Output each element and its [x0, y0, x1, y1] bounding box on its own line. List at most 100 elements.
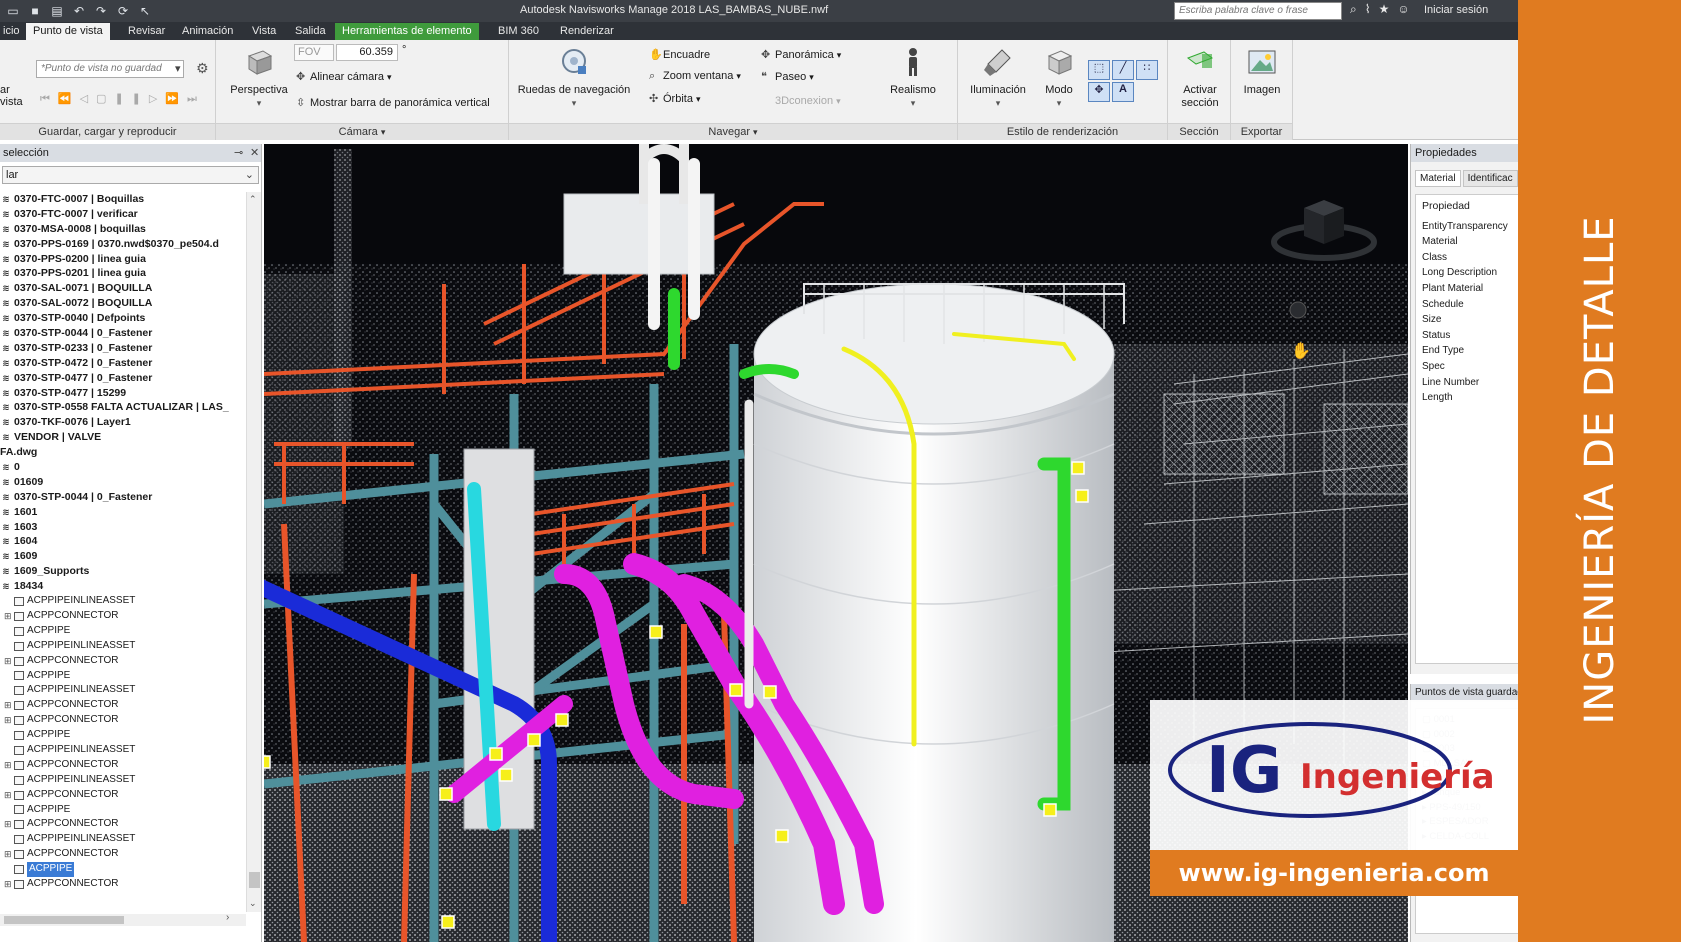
property-row[interactable]: EntityTransparency [1422, 219, 1512, 235]
tree-row[interactable]: ≋ 0370-FTC-0007 | verificar [0, 207, 246, 222]
tree-row[interactable]: ACPPIPEINLINEASSET [0, 832, 246, 847]
tab-animacion[interactable]: Animación [175, 23, 240, 40]
tree-row[interactable]: ≋ 0370-STP-0477 | 15299 [0, 386, 246, 401]
snap-points-toggle-icon[interactable]: ✥ [1088, 82, 1110, 102]
tree-row[interactable]: ACPPIPEINLINEASSET [0, 773, 246, 788]
expand-icon[interactable]: ⊞ [4, 847, 14, 862]
save-viewpoint-button[interactable]: ar vista [0, 84, 23, 108]
tree-row[interactable]: ≋ 0370-MSA-0008 | boquillas [0, 222, 246, 237]
tree-row[interactable]: ≋ 0370-STP-0472 | 0_Fastener [0, 356, 246, 371]
tree-row[interactable]: ≋ 0370-SAL-0071 | BOQUILLA [0, 281, 246, 296]
pan-button[interactable]: ✥ Panorámica ▾ [761, 48, 841, 61]
expand-icon[interactable]: ⊞ [4, 758, 14, 773]
tree-row[interactable]: ACPPIPEINLINEASSET [0, 639, 246, 654]
tree-row[interactable]: ≋ 0370-STP-0044 | 0_Fastener [0, 326, 246, 341]
property-row[interactable]: Class [1422, 250, 1512, 266]
keyword-search-input[interactable]: Escriba palabra clave o frase [1174, 2, 1342, 20]
close-icon[interactable]: ✕ [250, 144, 259, 162]
tree-row[interactable]: ≋ 1609 [0, 549, 246, 564]
surfaces-toggle-icon[interactable]: ⬚ [1088, 60, 1110, 80]
save-icon[interactable]: ■ [26, 2, 44, 20]
walk-button[interactable]: ❝ Paseo ▾ [761, 70, 814, 83]
tree-row[interactable]: ≋ 0370-FTC-0007 | Boquillas [0, 192, 246, 207]
export-image-button[interactable]: Imagen [1235, 46, 1289, 97]
binoculars-icon[interactable]: ⌕ [1350, 2, 1357, 17]
tree-row[interactable]: ⊞ ACPPCONNECTOR [0, 877, 246, 892]
show-vertical-pan-bar-button[interactable]: ⇳ Mostrar barra de panorámica vertical [296, 96, 490, 109]
tree-row[interactable]: ≋ 0370-TKF-0076 | Layer1 [0, 415, 246, 430]
tree-row[interactable]: ⊞ ACPPCONNECTOR [0, 758, 246, 773]
scroll-thumb[interactable] [249, 872, 260, 888]
undo-icon[interactable]: ↶ [70, 2, 88, 20]
tree-row[interactable]: ≋ 0370-STP-0044 | 0_Fastener [0, 490, 246, 505]
align-camera-button[interactable]: ✥ Alinear cámara ▾ [296, 70, 392, 83]
tree-row[interactable]: FA.dwg [0, 445, 246, 460]
property-row[interactable]: Status [1422, 328, 1512, 344]
chevron-down-icon[interactable]: ▾ [175, 62, 181, 75]
tab-punto-de-vista[interactable]: Punto de vista [26, 23, 110, 40]
tree-row[interactable]: ≋ 0370-PPS-0200 | linea guia [0, 252, 246, 267]
property-row[interactable]: Line Number [1422, 375, 1512, 391]
signal-icon[interactable]: ⌇ [1365, 2, 1371, 17]
tree-row[interactable]: ≋ 0370-STP-0477 | 0_Fastener [0, 371, 246, 386]
steering-wheel-nav-icon[interactable] [1289, 301, 1307, 319]
fit-button[interactable]: ✋Encuadre [649, 48, 710, 61]
tree-vertical-scrollbar[interactable]: ⌃ ⌄ [246, 192, 261, 912]
tree-row[interactable]: ⊞ ACPPCONNECTOR [0, 713, 246, 728]
pin-icon[interactable]: ⊸ [234, 144, 243, 162]
activate-section-button[interactable]: Activar sección [1172, 46, 1228, 110]
tree-row[interactable]: ≋ 0370-SAL-0072 | BOQUILLA [0, 296, 246, 311]
playback-controls[interactable]: ⏮⏪◁▢❚❚▷⏩⏭ [40, 92, 205, 106]
tree-row[interactable]: ACPPIPE [0, 669, 246, 684]
fov-slider[interactable]: FOV [294, 44, 334, 61]
property-row[interactable]: Schedule [1422, 297, 1512, 313]
scroll-down-icon[interactable]: ⌄ [249, 898, 257, 909]
property-row[interactable]: Long Description [1422, 265, 1512, 281]
scroll-up-icon[interactable]: ⌃ [249, 194, 257, 205]
tree-row[interactable]: ≋ 1601 [0, 505, 246, 520]
text-toggle-icon[interactable]: A [1112, 82, 1134, 102]
property-row[interactable]: Material [1422, 234, 1512, 250]
tree-row[interactable]: ≋ 1603 [0, 520, 246, 535]
refresh-icon[interactable]: ⟳ [114, 2, 132, 20]
hscroll-thumb[interactable] [4, 916, 124, 924]
expand-icon[interactable]: ⊞ [4, 713, 14, 728]
select-cursor-icon[interactable]: ↖ [136, 2, 154, 20]
lighting-button[interactable]: Iluminación ▾ [966, 46, 1030, 110]
tab-salida[interactable]: Salida [288, 23, 333, 40]
expand-icon[interactable]: ⊞ [4, 698, 14, 713]
expand-icon[interactable]: ⊞ [4, 654, 14, 669]
tab-bim-360[interactable]: BIM 360 [491, 23, 546, 40]
tree-row[interactable]: ACPPIPEINLINEASSET [0, 594, 246, 609]
tree-row[interactable]: ≋ 1609_Supports [0, 564, 246, 579]
realism-button[interactable]: Realismo ▾ [883, 46, 943, 110]
expand-icon[interactable]: ⊞ [4, 817, 14, 832]
user-icon[interactable]: ☺ [1397, 2, 1409, 17]
tree-row[interactable]: ACPPIPEINLINEASSET [0, 743, 246, 758]
tree-row[interactable]: ≋ 1604 [0, 534, 246, 549]
tree-row[interactable]: ≋ 0 [0, 460, 246, 475]
tree-row[interactable]: ⊞ ACPPCONNECTOR [0, 609, 246, 624]
tree-row[interactable]: ACPPIPE [0, 862, 246, 877]
tree-row[interactable]: ACPPIPEINLINEASSET [0, 683, 246, 698]
tree-row[interactable]: ACPPIPE [0, 624, 246, 639]
tree-row[interactable]: ≋ VENDOR | VALVE [0, 430, 246, 445]
tree-row[interactable]: ⊞ ACPPCONNECTOR [0, 698, 246, 713]
tab-inicio[interactable]: icio [0, 23, 27, 40]
points-toggle-icon[interactable]: ∷ [1136, 60, 1158, 80]
property-row[interactable]: Size [1422, 312, 1512, 328]
tree-row[interactable]: ≋ 0370-PPS-0169 | 0370.nwd$0370_pe504.d [0, 237, 246, 252]
tab-revisar[interactable]: Revisar [121, 23, 172, 40]
3dconnexion-button[interactable]: 3Dconexion ▾ [761, 95, 841, 107]
tree-row[interactable]: ≋ 01609 [0, 475, 246, 490]
website-url[interactable]: www.ig-ingenieria.com [1150, 850, 1518, 896]
fov-value-input[interactable]: 60.359 [336, 44, 398, 61]
star-icon[interactable]: ★ [1379, 2, 1390, 17]
tree-row[interactable]: ≋ 0370-PPS-0201 | linea guia [0, 266, 246, 281]
redo-icon[interactable]: ↷ [92, 2, 110, 20]
property-row[interactable]: Spec [1422, 359, 1512, 375]
open-folder-icon[interactable]: ▭ [4, 2, 22, 20]
tab-vista[interactable]: Vista [245, 23, 283, 40]
tree-row[interactable]: ≋ 0370-STP-0040 | Defpoints [0, 311, 246, 326]
tree-row[interactable]: ≋ 18434 [0, 579, 246, 594]
